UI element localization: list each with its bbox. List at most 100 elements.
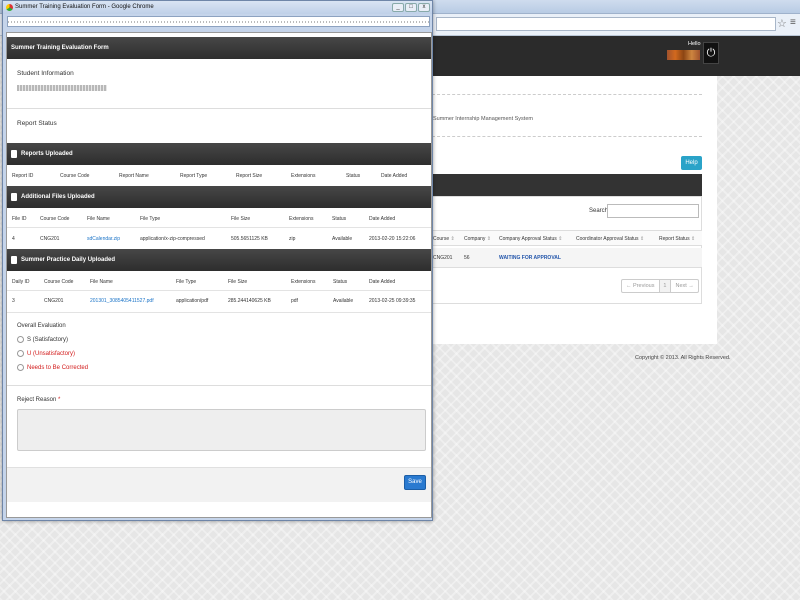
satisfactory-label: S (Satisfactory): [27, 337, 69, 343]
column-course[interactable]: Course ⇕: [433, 236, 455, 242]
cell-course: CNG201: [433, 255, 453, 261]
column-company-approval[interactable]: Company Approval Status ⇕: [499, 236, 562, 242]
cell-daily-id: 3: [12, 298, 15, 304]
col-file-size: File Size: [228, 279, 248, 285]
divider: [7, 385, 431, 386]
col-date-added: Date Added: [369, 279, 396, 285]
menu-icon[interactable]: ≡: [790, 17, 796, 28]
cell-file-id: 4: [12, 236, 15, 242]
address-bar[interactable]: [436, 17, 776, 31]
col-report-type: Report Type: [180, 173, 208, 179]
col-daily-id: Daily ID: [12, 279, 30, 285]
copyright: Copyright © 2013. All Rights Reserved.: [635, 355, 731, 361]
form-header: Summer Training Evaluation Form: [7, 37, 431, 59]
window-title: Summer Training Evaluation Form - Google…: [15, 4, 154, 10]
col-file-size: File Size: [231, 216, 251, 222]
minimize-button[interactable]: _: [392, 3, 404, 12]
close-button[interactable]: x: [418, 3, 430, 12]
col-file-type: File Type: [176, 279, 197, 285]
col-file-name: File Name: [90, 279, 113, 285]
cell-company: 56: [464, 255, 470, 261]
cell-file-size: 285.244140625 KB: [228, 298, 271, 304]
file-icon: [11, 150, 17, 158]
col-extensions: Extensions: [289, 216, 314, 222]
student-info-value: [17, 85, 107, 91]
cell-file-size: 505.5651125 KB: [231, 236, 268, 242]
needs-correction-label: Needs to Be Corrected: [27, 365, 89, 371]
col-date-added: Date Added: [381, 173, 408, 179]
app-header: [432, 36, 800, 76]
divider: [432, 136, 702, 137]
maximize-button[interactable]: □: [405, 3, 417, 12]
files-section-header: Additional Files Uploaded: [7, 186, 431, 208]
reject-reason-textarea[interactable]: [17, 409, 426, 451]
star-icon[interactable]: ☆: [777, 17, 787, 30]
files-section-title: Additional Files Uploaded: [21, 194, 95, 200]
help-button[interactable]: Help: [681, 156, 702, 170]
col-date-added: Date Added: [369, 216, 396, 222]
save-button[interactable]: Save: [404, 475, 426, 490]
col-status: Status: [346, 173, 361, 179]
col-file-name: File Name: [87, 216, 110, 222]
radio-needs-correction[interactable]: [17, 364, 24, 371]
evaluation-form: Summer Training Evaluation Form Student …: [6, 32, 432, 518]
col-status: Status: [333, 279, 348, 285]
col-report-name: Report Name: [119, 173, 149, 179]
col-report-id: Report ID: [12, 173, 34, 179]
divider: [7, 108, 431, 109]
column-coordinator-approval[interactable]: Coordinator Approval Status ⇕: [576, 236, 644, 242]
column-report-status[interactable]: Report Status ⇕: [659, 236, 695, 242]
daily-section-title: Summer Practice Daily Uploaded: [21, 257, 116, 263]
student-info-label: Student Information: [17, 70, 74, 77]
column-company[interactable]: Company ⇕: [464, 236, 491, 242]
table-row[interactable]: CNG201 56 WAITING FOR APPROVAL: [432, 248, 702, 268]
radio-unsatisfactory[interactable]: [17, 350, 24, 357]
panel-header: [432, 174, 702, 196]
cell-extension: zip: [289, 236, 296, 242]
daily-file-link[interactable]: 201301_3085405411527.pdf: [90, 298, 154, 304]
divider: [7, 227, 431, 228]
file-link[interactable]: sdCalendar.zip: [87, 236, 120, 242]
chrome-icon: [6, 4, 13, 11]
col-course-code: Course Code: [40, 216, 70, 222]
col-file-id: File ID: [12, 216, 27, 222]
cell-status: Available: [333, 298, 354, 304]
file-icon: [11, 193, 17, 201]
col-course-code: Course Code: [60, 173, 90, 179]
table-header: Course ⇕ Company ⇕ Company Approval Stat…: [432, 230, 702, 246]
divider: [7, 312, 431, 313]
required-mark: *: [58, 397, 61, 403]
col-extensions: Extensions: [291, 279, 316, 285]
page-1-button[interactable]: 1: [659, 280, 672, 292]
hello-text: Hello: [688, 41, 701, 47]
divider: [432, 94, 702, 95]
pagination: ← Previous 1 Next →: [621, 279, 699, 293]
window-titlebar[interactable]: Summer Training Evaluation Form - Google…: [3, 1, 432, 14]
unsatisfactory-label: U (Unsatisfactory): [27, 351, 76, 357]
reports-section-title: Reports Uploaded: [21, 151, 73, 157]
col-extensions: Extensions: [291, 173, 316, 179]
next-button[interactable]: Next →: [671, 280, 698, 292]
file-icon: [11, 256, 17, 264]
power-icon[interactable]: ⏻: [703, 42, 719, 64]
cell-date-added: 2013-02-20 15:22:06: [369, 236, 416, 242]
search-input[interactable]: [607, 204, 699, 218]
divider: [7, 290, 431, 291]
evaluation-popup-window: Summer Training Evaluation Form - Google…: [2, 0, 433, 521]
cell-course-code: CNG201: [44, 298, 64, 304]
reports-section-header: Reports Uploaded: [7, 143, 431, 165]
popup-address-bar[interactable]: [7, 16, 430, 27]
reject-reason-label: Reject Reason *: [17, 397, 61, 403]
col-report-size: Report Size: [236, 173, 263, 179]
cell-extension: pdf: [291, 298, 298, 304]
cell-file-type: application/x-zip-compressed: [140, 236, 205, 242]
report-status-label: Report Status: [17, 120, 57, 127]
col-status: Status: [332, 216, 347, 222]
daily-section-header: Summer Practice Daily Uploaded: [7, 249, 431, 271]
avatar: [667, 50, 700, 60]
previous-button[interactable]: ← Previous: [622, 280, 660, 292]
cell-date-added: 2013-02-25 09:39:35: [369, 298, 416, 304]
col-course-code: Course Code: [44, 279, 74, 285]
radio-satisfactory[interactable]: [17, 336, 24, 343]
cell-course-code: CNG201: [40, 236, 60, 242]
